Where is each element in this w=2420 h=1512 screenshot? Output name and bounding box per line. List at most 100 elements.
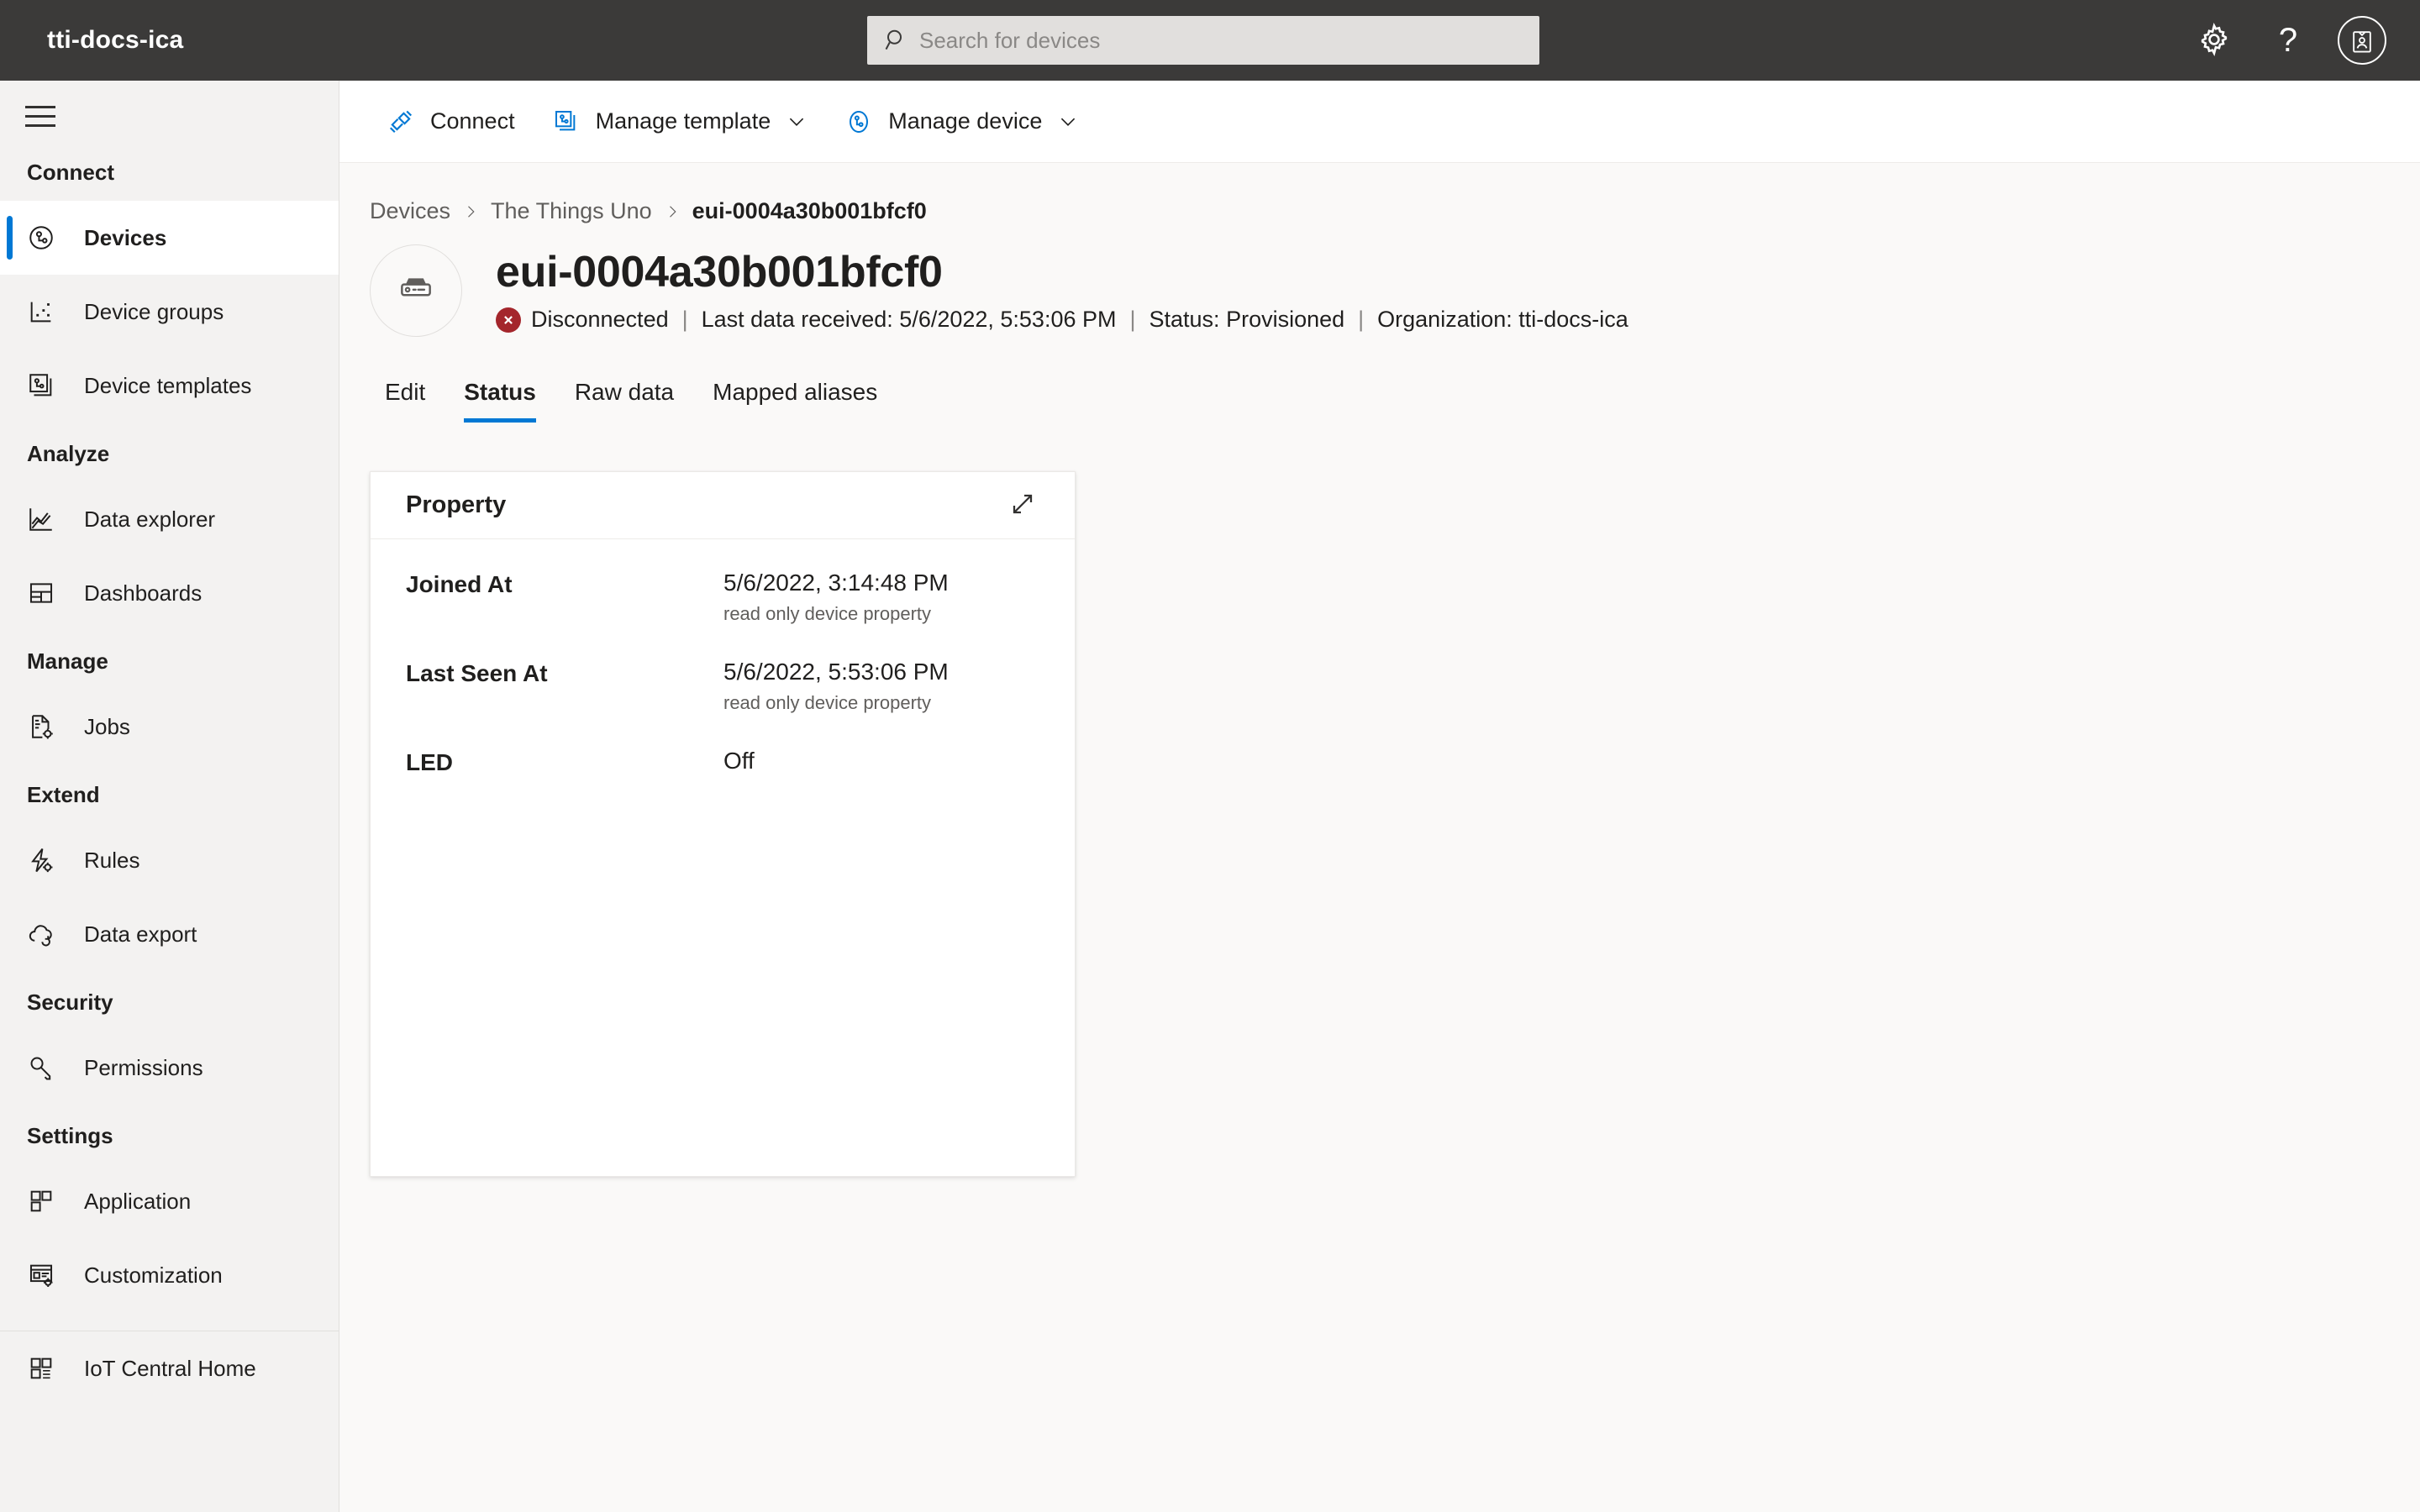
device-groups-icon (27, 297, 60, 326)
manage-device-button[interactable]: Manage device (828, 92, 1094, 152)
expand-diagonal-icon (1009, 491, 1036, 520)
sidebar-item-label: Rules (84, 847, 140, 873)
property-name: Joined At (406, 571, 513, 597)
gear-icon (2196, 22, 2232, 60)
property-value: 5/6/2022, 3:14:48 PM (723, 570, 949, 596)
sidebar-item-device-templates[interactable]: Device templates (0, 349, 339, 423)
sidebar-item-label: Jobs (84, 713, 130, 739)
chevron-right-icon (664, 203, 681, 220)
status-separator: | (1129, 307, 1136, 333)
property-card-body: Joined At 5/6/2022, 3:14:48 PM read only… (371, 539, 1075, 1176)
property-row: LED Off (406, 748, 1039, 776)
tab-raw-data[interactable]: Raw data (560, 370, 689, 423)
provision-status-label: Status: (1149, 307, 1220, 333)
page-content: Devices The Things Uno eui-0004a30b001bf… (339, 163, 2420, 1177)
devices-icon (27, 223, 60, 252)
property-value-block: 5/6/2022, 3:14:48 PM read only device pr… (723, 570, 1039, 625)
sidebar-item-device-groups[interactable]: Device groups (0, 275, 339, 349)
chevron-down-icon (786, 111, 808, 133)
sidebar-item-label: Application (84, 1188, 192, 1214)
application-icon (27, 1187, 60, 1215)
global-search[interactable] (867, 16, 1539, 65)
tab-mapped-aliases[interactable]: Mapped aliases (697, 370, 892, 423)
avatar (2338, 16, 2386, 65)
jobs-icon (27, 712, 60, 741)
sidebar-item-jobs[interactable]: Jobs (0, 690, 339, 764)
breadcrumb-item-devices[interactable]: Devices (370, 198, 450, 224)
sidebar-item-label: IoT Central Home (84, 1355, 256, 1381)
data-explorer-icon (27, 505, 60, 533)
search-input[interactable] (919, 27, 1524, 54)
device-tabs: Edit Status Raw data Mapped aliases (370, 370, 2420, 423)
page-title: eui-0004a30b001bfcf0 (496, 247, 943, 297)
top-bar-actions: ? (2181, 0, 2395, 81)
sidebar-item-customization[interactable]: Customization (0, 1238, 339, 1312)
account-button[interactable] (2329, 8, 2395, 73)
error-x-icon (496, 307, 521, 333)
device-status-line: Disconnected | Last data received: 5/6/2… (496, 307, 1628, 333)
device-header: eui-0004a30b001bfcf0 Disconnected | Last… (370, 244, 2420, 337)
property-card-title: Property (406, 491, 507, 518)
connection-status: Disconnected (531, 307, 669, 333)
sidebar-item-label: Data explorer (84, 506, 216, 532)
data-export-icon (27, 920, 60, 948)
property-card-header: Property (371, 472, 1075, 539)
sidebar-item-data-export[interactable]: Data export (0, 897, 339, 971)
sidebar-item-label: Customization (84, 1262, 223, 1288)
sidebar-section-manage: Manage (27, 648, 108, 674)
sidebar-section-settings: Settings (27, 1123, 113, 1148)
settings-gear-button[interactable] (2181, 8, 2247, 73)
breadcrumb-current: eui-0004a30b001bfcf0 (692, 198, 927, 223)
tab-status[interactable]: Status (449, 370, 551, 423)
sidebar-item-data-explorer[interactable]: Data explorer (0, 482, 339, 556)
manage-device-label: Manage device (888, 108, 1043, 134)
sidebar: Connect Devices Device groups Device tem… (0, 81, 339, 1512)
property-value: 5/6/2022, 5:53:06 PM (723, 659, 949, 685)
manage-device-icon (843, 108, 875, 135)
last-data-received-label: Last data received: (701, 307, 893, 333)
customization-icon (27, 1261, 60, 1289)
organization-label: Organization: (1377, 307, 1512, 333)
property-subtext: read only device property (723, 603, 932, 625)
property-value-block: Off (723, 748, 1039, 776)
status-separator: | (1358, 307, 1365, 333)
chevron-down-icon (1057, 111, 1079, 133)
sidebar-item-devices[interactable]: Devices (0, 201, 339, 275)
device-gateway-icon (393, 266, 439, 316)
connect-button[interactable]: Connect (370, 92, 530, 152)
sidebar-header (0, 81, 339, 151)
manage-template-button[interactable]: Manage template (535, 92, 823, 152)
property-name: Last Seen At (406, 660, 548, 687)
property-value: Off (723, 748, 755, 774)
question-mark-icon: ? (2278, 22, 2298, 59)
sidebar-item-rules[interactable]: Rules (0, 823, 339, 897)
app-root: tti-docs-ica ? (0, 0, 2420, 1512)
property-row: Last Seen At 5/6/2022, 5:53:06 PM read o… (406, 659, 1039, 714)
breadcrumb-item-template[interactable]: The Things Uno (491, 198, 652, 224)
property-subtext: read only device property (723, 692, 932, 714)
sidebar-item-label: Device groups (84, 298, 224, 324)
main-content: Connect Manage template Manage device De… (339, 81, 2420, 1512)
manage-template-icon (550, 108, 582, 135)
tab-edit[interactable]: Edit (370, 370, 440, 423)
provision-status-value: Provisioned (1226, 307, 1345, 333)
device-title-block: eui-0004a30b001bfcf0 Disconnected | Last… (496, 247, 1628, 333)
sidebar-item-iot-central-home[interactable]: IoT Central Home (0, 1331, 339, 1405)
search-icon (882, 26, 911, 55)
sidebar-item-dashboards[interactable]: Dashboards (0, 556, 339, 630)
help-button[interactable]: ? (2255, 8, 2321, 73)
permissions-key-icon (27, 1053, 60, 1082)
sidebar-item-permissions[interactable]: Permissions (0, 1031, 339, 1105)
sidebar-item-label: Permissions (84, 1054, 203, 1080)
rules-icon (27, 846, 60, 874)
expand-button[interactable] (999, 482, 1046, 529)
app-body: Connect Devices Device groups Device tem… (0, 81, 2420, 1512)
organization-value: tti-docs-ica (1518, 307, 1628, 333)
status-separator: | (681, 307, 688, 333)
command-bar: Connect Manage template Manage device (339, 81, 2420, 163)
connect-label: Connect (430, 108, 515, 134)
chevron-right-icon (462, 203, 479, 220)
hamburger-menu-icon[interactable] (25, 97, 64, 135)
property-row: Joined At 5/6/2022, 3:14:48 PM read only… (406, 570, 1039, 625)
sidebar-item-application[interactable]: Application (0, 1164, 339, 1238)
